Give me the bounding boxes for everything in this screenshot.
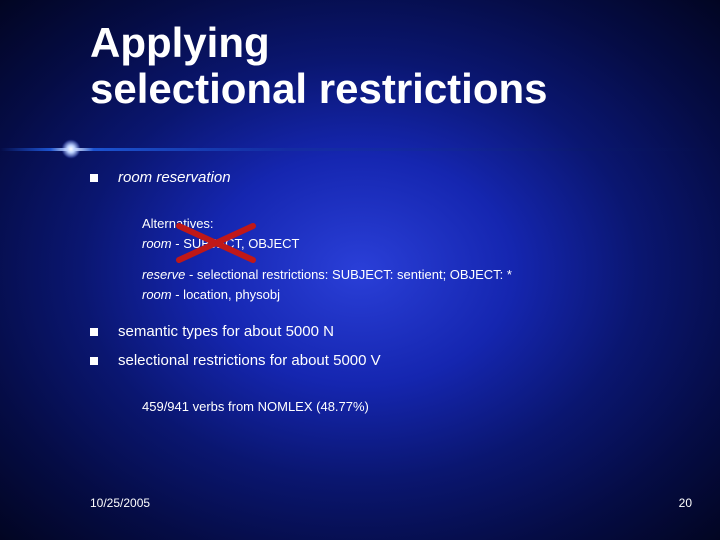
footer-date: 10/25/2005 <box>90 496 150 510</box>
nomlex-line: 459/941 verbs from NOMLEX (48.77%) <box>142 397 680 417</box>
bullet-text: room reservation <box>118 168 231 188</box>
dash: - <box>172 236 184 251</box>
reserve-rest: - selectional restrictions: SUBJECT: sen… <box>185 267 512 282</box>
slide: Applying selectional restrictions room r… <box>0 0 720 540</box>
room-word: room <box>142 236 172 251</box>
slide-title: Applying selectional restrictions <box>90 20 548 112</box>
bullet-text: selectional restrictions for about 5000 … <box>118 351 381 371</box>
room-roles-line: room - SUBJECT, OBJECT <box>142 234 680 254</box>
alternatives-label: Alternatives: <box>142 214 680 234</box>
slide-body: room reservation Alternatives: room - SU… <box>90 168 680 416</box>
bullet-icon <box>90 328 98 336</box>
reserve-word: reserve <box>142 267 185 282</box>
bullet-item: room reservation <box>90 168 680 188</box>
bullet-icon <box>90 174 98 182</box>
room-roles-text: SUBJECT, OBJECT <box>183 236 299 251</box>
subtext-block: Alternatives: room - SUBJECT, OBJECT res… <box>142 214 680 304</box>
bullet-icon <box>90 357 98 365</box>
bullet-item: selectional restrictions for about 5000 … <box>90 351 680 371</box>
room-types-line: room - location, physobj <box>142 285 680 305</box>
room2-word: room <box>142 287 172 302</box>
room2-rest: - location, physobj <box>172 287 280 302</box>
struck-roles: SUBJECT, OBJECT <box>183 234 299 254</box>
divider-line <box>0 148 720 151</box>
reserve-line: reserve - selectional restrictions: SUBJ… <box>142 265 680 285</box>
bullet-text: semantic types for about 5000 N <box>118 322 334 342</box>
bullet-item: semantic types for about 5000 N <box>90 322 680 342</box>
footer-page-number: 20 <box>679 496 692 510</box>
